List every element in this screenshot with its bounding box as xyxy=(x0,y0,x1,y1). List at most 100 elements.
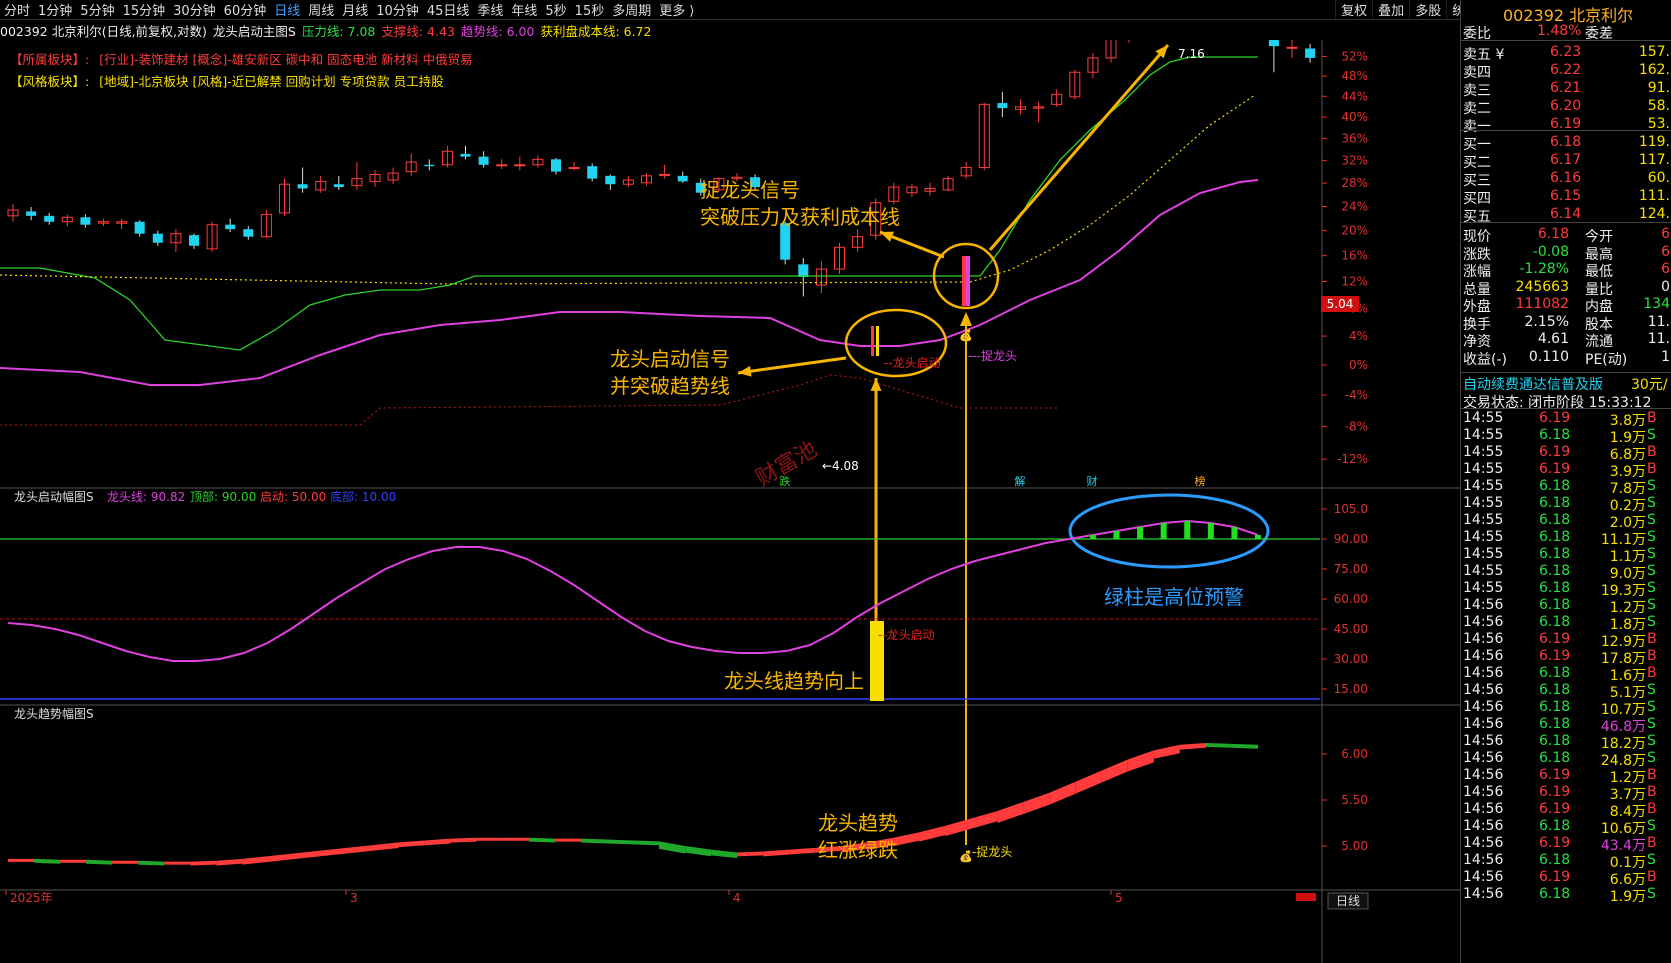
tick-time: 14:56 xyxy=(1463,869,1504,885)
tick-price: 6.18 xyxy=(1539,495,1571,511)
period-tab-16[interactable]: 更多 ⟩ xyxy=(655,0,698,19)
sub1-axis-label: 45.00 xyxy=(1334,622,1368,636)
sub1-axis-label: 30.00 xyxy=(1334,652,1368,666)
candle xyxy=(369,170,381,188)
candle xyxy=(26,207,37,221)
tick-time: 14:56 xyxy=(1463,784,1504,800)
period-tab-14[interactable]: 15秒 xyxy=(571,0,609,19)
tick-side: S xyxy=(1647,682,1656,698)
date-axis-label: 4 xyxy=(733,891,741,905)
candle-body xyxy=(189,235,199,246)
tick-side: B xyxy=(1647,784,1657,800)
ad-row[interactable]: 自动续费通达信普及版 30元/ xyxy=(1461,374,1671,393)
sub2-trend-segment xyxy=(763,849,790,857)
tick-side: S xyxy=(1647,580,1656,596)
quote-cell: 6 xyxy=(1661,243,1670,260)
quote-cell: 6.23 xyxy=(1550,44,1582,60)
period-tab-12[interactable]: 年线 xyxy=(507,0,541,19)
candle-body xyxy=(44,215,55,222)
candle xyxy=(1286,40,1298,58)
period-tab-13[interactable]: 5秒 xyxy=(541,0,570,19)
cost-line xyxy=(0,94,1256,285)
tick-time: 14:56 xyxy=(1463,665,1504,681)
period-tab-2[interactable]: 5分钟 xyxy=(76,0,118,19)
period-tab-4[interactable]: 30分钟 xyxy=(169,0,220,19)
indicator-name[interactable]: 龙头启动主图S xyxy=(213,21,296,40)
period-tab-10[interactable]: 45日线 xyxy=(423,0,474,19)
dragon-line-annotation: 龙头线趋势向上 xyxy=(724,669,864,693)
tick-side: S xyxy=(1647,597,1656,613)
period-tab-5[interactable]: 60分钟 xyxy=(220,0,271,19)
sub2-trend-segment xyxy=(789,847,816,855)
tick-price: 6.18 xyxy=(1539,546,1571,562)
period-tab-1[interactable]: 1分钟 xyxy=(34,0,76,19)
candle xyxy=(1069,69,1081,100)
stat-row: 总量 245663 量比 0 xyxy=(1461,279,1671,298)
high-price-label: 7.16 xyxy=(1178,47,1205,61)
candle xyxy=(333,175,344,190)
candle xyxy=(243,226,254,240)
tick-time: 14:55 xyxy=(1463,563,1504,579)
scroll-marker xyxy=(1296,893,1316,901)
sub2-trend-segment xyxy=(8,858,35,862)
tool-button-0[interactable]: 复权 xyxy=(1335,0,1372,19)
period-tab-3[interactable]: 15分钟 xyxy=(119,0,170,19)
tick-side: S xyxy=(1647,818,1656,834)
stock-title: 002392 北京利尔(日线,前复权,对数) xyxy=(0,23,207,39)
tick-time: 14:55 xyxy=(1463,546,1504,562)
period-tab-11[interactable]: 季线 xyxy=(473,0,507,19)
candle xyxy=(641,173,652,186)
period-tab-9[interactable]: 10分钟 xyxy=(372,0,423,19)
stat-row: 净资 4.61 流通 11. xyxy=(1461,331,1671,350)
sub2-axis-label: 6.00 xyxy=(1341,747,1368,761)
price-axis-label: 0% xyxy=(1349,358,1368,372)
sub1-warning-bar xyxy=(1137,527,1144,539)
tick-time: 14:56 xyxy=(1463,733,1504,749)
sub2-trend-segment xyxy=(554,838,581,842)
indicator-info-line: 002392 北京利尔(日线,前复权,对数) 龙头启动主图S 压力线: 7.08… xyxy=(0,20,1410,40)
tick-time: 14:55 xyxy=(1463,410,1504,426)
tick-side: S xyxy=(1647,427,1656,443)
stat-row: 现价 6.18 今开 6 xyxy=(1461,226,1671,245)
candle-body xyxy=(677,175,688,182)
price-axis-label: -12% xyxy=(1337,452,1368,466)
sub2-trend-segment xyxy=(997,801,1024,824)
period-tab-6[interactable]: 日线 xyxy=(270,0,304,19)
period-box-label: 日线 xyxy=(1336,894,1360,908)
sub2-title: 龙头趋势幅图S xyxy=(14,706,94,721)
candle xyxy=(152,230,163,246)
quote-cell: 6.18 xyxy=(1550,134,1582,150)
sub1-axis-label: 105.0 xyxy=(1334,502,1368,516)
tick-time: 14:56 xyxy=(1463,597,1504,613)
warning-circle xyxy=(1068,493,1270,569)
sub2-trend-segment xyxy=(659,841,686,854)
price-axis-label: -8% xyxy=(1345,419,1368,433)
tick-side: B xyxy=(1647,631,1657,647)
candle xyxy=(116,218,128,230)
period-tab-8[interactable]: 月线 xyxy=(338,0,372,19)
candle xyxy=(61,214,73,227)
tick-price: 6.18 xyxy=(1539,427,1571,443)
tick-side: B xyxy=(1647,835,1657,851)
sub2-trend-segment xyxy=(476,837,503,841)
quote-cell: 11. xyxy=(1647,313,1670,330)
quote-cell: 买三 xyxy=(1463,173,1491,189)
quote-cell: 111082 xyxy=(1515,296,1569,312)
sub1-warning-bar xyxy=(1184,521,1191,539)
tick-side: S xyxy=(1647,495,1656,511)
sub1-start-tag: --龙头启动 xyxy=(878,628,935,642)
sub2-trend-segment xyxy=(580,838,607,844)
quote-cell: 0.110 xyxy=(1528,348,1569,365)
tool-button-2[interactable]: 多股 xyxy=(1409,0,1446,19)
sub2-trend-segment xyxy=(190,860,217,866)
tick-price: 6.18 xyxy=(1539,597,1571,613)
tick-time: 14:56 xyxy=(1463,852,1504,868)
tool-button-1[interactable]: 叠加 xyxy=(1372,0,1409,19)
period-tab-7[interactable]: 周线 xyxy=(304,0,338,19)
sub2-trend-segment xyxy=(372,842,399,851)
period-tab-0[interactable]: 分时 xyxy=(0,0,34,19)
quote-cell: 6.22 xyxy=(1550,62,1582,78)
tick-side: B xyxy=(1647,444,1657,460)
ask-row: 卖四 6.22 162. xyxy=(1461,62,1671,81)
period-tab-15[interactable]: 多周期 xyxy=(608,0,655,19)
